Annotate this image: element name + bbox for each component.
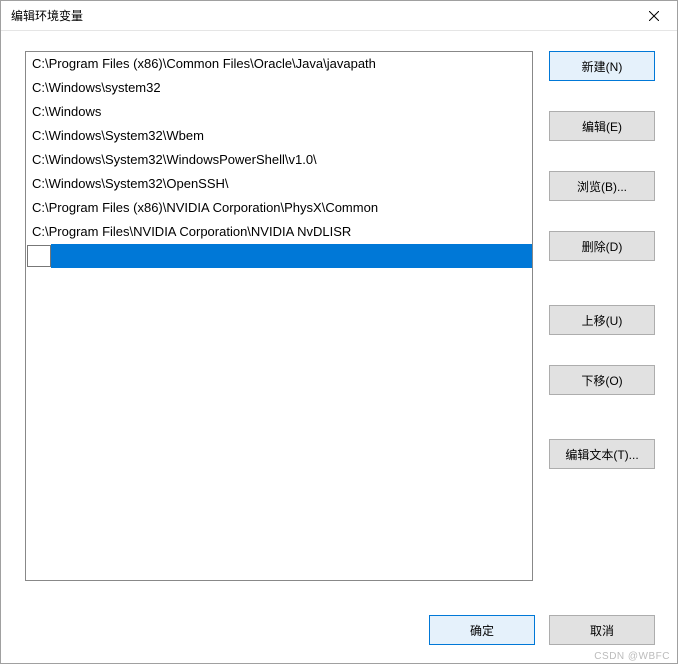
cancel-button[interactable]: 取消 — [549, 615, 655, 645]
browse-button[interactable]: 浏览(B)... — [549, 171, 655, 201]
selection-highlight — [51, 244, 532, 268]
path-listbox[interactable]: C:\Program Files (x86)\Common Files\Orac… — [25, 51, 533, 581]
dialog-window: 编辑环境变量 C:\Program Files (x86)\Common Fil… — [0, 0, 678, 664]
path-edit-input[interactable] — [27, 245, 51, 267]
delete-button[interactable]: 删除(D) — [549, 231, 655, 261]
dialog-footer: 确定 取消 — [25, 615, 655, 645]
list-item-editing[interactable] — [26, 244, 532, 268]
list-item[interactable]: C:\Windows\System32\WindowsPowerShell\v1… — [26, 148, 532, 172]
move-down-button[interactable]: 下移(O) — [549, 365, 655, 395]
list-item[interactable]: C:\Program Files (x86)\Common Files\Orac… — [26, 52, 532, 76]
edit-text-button[interactable]: 编辑文本(T)... — [549, 439, 655, 469]
list-item[interactable]: C:\Windows — [26, 100, 532, 124]
side-button-column: 新建(N) 编辑(E) 浏览(B)... 删除(D) 上移(U) 下移(O) 编… — [549, 51, 655, 597]
window-title: 编辑环境变量 — [11, 7, 83, 24]
move-up-button[interactable]: 上移(U) — [549, 305, 655, 335]
dialog-content: C:\Program Files (x86)\Common Files\Orac… — [1, 31, 677, 663]
list-item[interactable]: C:\Windows\System32\OpenSSH\ — [26, 172, 532, 196]
close-icon — [649, 11, 659, 21]
main-row: C:\Program Files (x86)\Common Files\Orac… — [25, 51, 655, 597]
list-item[interactable]: C:\Program Files\NVIDIA Corporation\NVID… — [26, 220, 532, 244]
list-item[interactable]: C:\Windows\system32 — [26, 76, 532, 100]
new-button[interactable]: 新建(N) — [549, 51, 655, 81]
ok-button[interactable]: 确定 — [429, 615, 535, 645]
watermark-text: CSDN @WBFC — [594, 651, 670, 662]
titlebar: 编辑环境变量 — [1, 1, 677, 31]
close-button[interactable] — [639, 1, 669, 31]
list-item[interactable]: C:\Program Files (x86)\NVIDIA Corporatio… — [26, 196, 532, 220]
list-item[interactable]: C:\Windows\System32\Wbem — [26, 124, 532, 148]
edit-button[interactable]: 编辑(E) — [549, 111, 655, 141]
